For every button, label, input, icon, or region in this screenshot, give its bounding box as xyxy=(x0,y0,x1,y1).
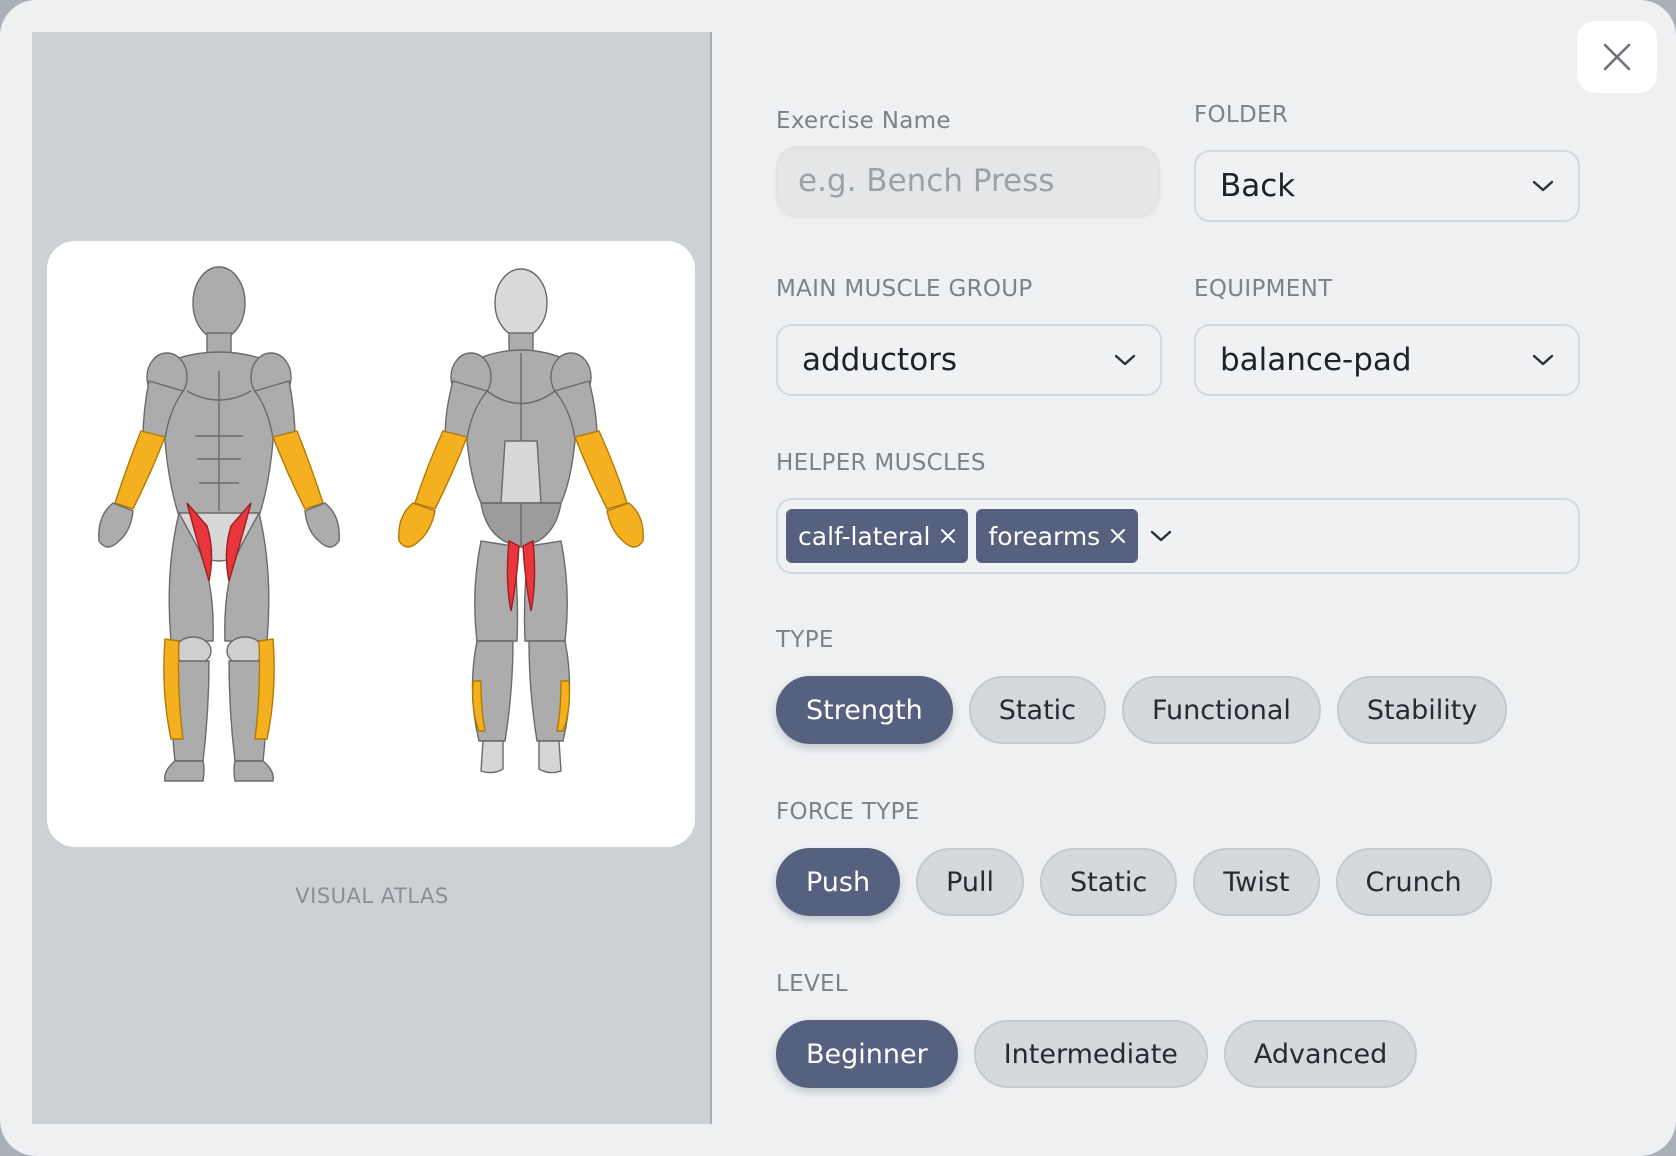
force-type-option-static[interactable]: Static xyxy=(1040,848,1178,916)
exercise-name-input[interactable] xyxy=(776,146,1160,216)
folder-select[interactable]: Back xyxy=(1194,150,1580,222)
force-type-option-pull[interactable]: Pull xyxy=(916,848,1025,916)
atlas-card xyxy=(47,241,695,847)
force-type-option-twist[interactable]: Twist xyxy=(1193,848,1320,916)
close-icon xyxy=(941,529,956,543)
back-body-figure xyxy=(398,268,644,774)
atlas-panel: VISUAL ATLAS xyxy=(32,32,712,1124)
type-options: Strength Static Functional Stability xyxy=(776,676,1508,744)
folder-label: FOLDER xyxy=(1194,102,1289,128)
type-label: TYPE xyxy=(776,627,834,653)
equipment-label: EQUIPMENT xyxy=(1194,276,1333,302)
main-muscle-select[interactable]: adductors xyxy=(776,324,1162,396)
exercise-editor-modal: VISUAL ATLAS Exercise Name FOLDER Back M… xyxy=(0,0,1676,1156)
chevron-down-icon xyxy=(1114,354,1136,366)
chevron-down-icon xyxy=(1532,180,1554,192)
folder-select-value: Back xyxy=(1220,168,1296,204)
main-muscle-label: MAIN MUSCLE GROUP xyxy=(776,276,1033,302)
force-type-label: FORCE TYPE xyxy=(776,799,920,825)
equipment-select-value: balance-pad xyxy=(1220,342,1412,378)
type-option-functional[interactable]: Functional xyxy=(1122,676,1321,744)
equipment-select[interactable]: balance-pad xyxy=(1194,324,1580,396)
chevron-down-icon xyxy=(1151,530,1172,542)
helper-muscles-label: HELPER MUSCLES xyxy=(776,450,986,476)
helper-chip-label: calf-lateral xyxy=(798,521,931,551)
force-type-option-crunch[interactable]: Crunch xyxy=(1335,848,1492,916)
remove-chip-button[interactable] xyxy=(940,528,956,544)
level-options: Beginner Intermediate Advanced xyxy=(776,1020,1418,1088)
level-option-advanced[interactable]: Advanced xyxy=(1223,1020,1418,1088)
helper-chip: forearms xyxy=(976,509,1139,563)
force-type-option-push[interactable]: Push xyxy=(776,848,901,916)
force-type-options: Push Pull Static Twist Crunch xyxy=(776,848,1492,916)
close-icon xyxy=(1111,529,1126,543)
helper-chip: calf-lateral xyxy=(786,509,969,563)
front-body-figure xyxy=(98,266,340,782)
level-option-beginner[interactable]: Beginner xyxy=(776,1020,958,1088)
main-muscle-select-value: adductors xyxy=(802,342,958,378)
muscle-atlas-figure xyxy=(98,266,644,782)
type-option-strength[interactable]: Strength xyxy=(776,676,953,744)
helper-chip-label: forearms xyxy=(988,521,1101,551)
visual-atlas-label: VISUAL ATLAS xyxy=(295,884,449,908)
level-option-intermediate[interactable]: Intermediate xyxy=(973,1020,1208,1088)
type-option-stability[interactable]: Stability xyxy=(1336,676,1508,744)
helper-muscles-multiselect[interactable]: calf-lateral forearms xyxy=(776,498,1580,574)
close-button[interactable] xyxy=(1577,21,1657,93)
level-label: LEVEL xyxy=(776,971,848,997)
remove-chip-button[interactable] xyxy=(1110,528,1126,544)
chevron-down-icon xyxy=(1532,354,1554,366)
helper-muscles-dropdown-toggle[interactable] xyxy=(1150,529,1172,543)
close-icon xyxy=(1603,43,1631,71)
type-option-static[interactable]: Static xyxy=(968,676,1106,744)
exercise-name-label: Exercise Name xyxy=(776,108,951,134)
